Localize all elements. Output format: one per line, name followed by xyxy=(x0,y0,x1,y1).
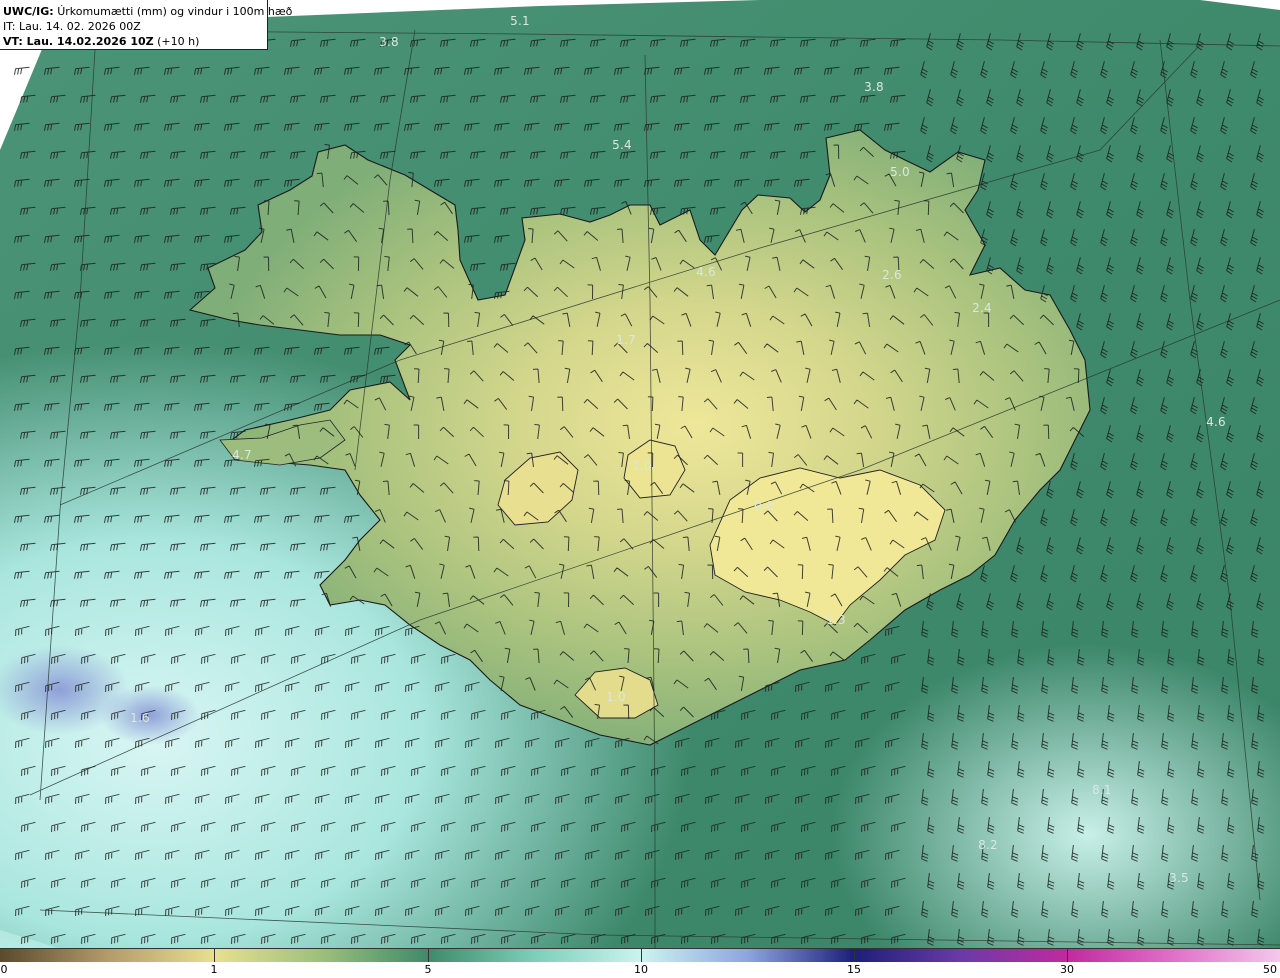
colorbar-tick-label: 5 xyxy=(424,963,432,976)
colorbar-tickmark xyxy=(854,948,855,962)
precip-value-label: 0.0 xyxy=(754,499,774,513)
precip-colorbar xyxy=(0,948,1280,962)
precip-value-label: 1.6 xyxy=(130,711,150,725)
precip-value-label: 3.8 xyxy=(864,80,884,94)
colorbar-segment-1-5 xyxy=(214,949,428,962)
colorbar-segment-0-1 xyxy=(0,949,214,962)
colorbar-segment-5-10 xyxy=(428,949,641,962)
colorbar-tickmark xyxy=(214,948,215,962)
map-canvas xyxy=(0,0,1280,948)
valid-time-line: VT: Lau. 14.02.2026 10Z (+10 h) xyxy=(3,34,264,49)
precip-value-label: 1.7 xyxy=(616,333,636,347)
precip-value-label: 1.0 xyxy=(606,690,626,704)
colorbar-tickmark xyxy=(1067,948,1068,962)
precip-value-label: 5.0 xyxy=(890,165,910,179)
colorbar-tick-label: 10 xyxy=(634,963,648,976)
colorbar-tick-label: 30 xyxy=(1060,963,1074,976)
colorbar-segment-30-50 xyxy=(1067,949,1280,962)
precip-value-label: 4.6 xyxy=(696,265,716,279)
init-time: IT: Lau. 14. 02. 2026 00Z xyxy=(3,20,141,33)
precip-value-label: 2.4 xyxy=(972,301,992,315)
colorbar-tick-label: 1 xyxy=(210,963,218,976)
colorbar-tick-label: 0 xyxy=(0,963,8,976)
colorbar-segment-15-30 xyxy=(854,949,1067,962)
forecast-map[interactable]: 5.1 3.8 3.8 5.4 5.0 4.6 2.6 2.4 1.7 4.7 … xyxy=(0,0,1280,948)
precip-value-label: 5.1 xyxy=(510,14,530,28)
precip-value-label: 8.2 xyxy=(978,838,998,852)
colorbar-tickmark xyxy=(641,948,642,962)
precip-value-label: 1.0 xyxy=(632,459,652,473)
map-title: Úrkomumætti (mm) og vindur i 100m hæð xyxy=(57,5,293,18)
precip-value-label: 3.5 xyxy=(1169,871,1189,885)
colorbar-tick-label: 50 xyxy=(1263,963,1277,976)
title-line: UWC/IG: Úrkomumætti (mm) og vindur i 100… xyxy=(3,4,292,19)
precip-value-label: 3.8 xyxy=(379,35,399,49)
precip-value-label: 2.6 xyxy=(882,268,902,282)
precip-value-label: 4.7 xyxy=(232,448,252,462)
colorbar-tick-label: 15 xyxy=(847,963,861,976)
precip-value-label: 5.4 xyxy=(612,138,632,152)
map-header: UWC/IG: Úrkomumætti (mm) og vindur i 100… xyxy=(0,0,292,50)
valid-time: VT: Lau. 14.02.2026 10Z xyxy=(3,35,154,48)
lead-time: (+10 h) xyxy=(157,35,200,48)
precip-value-label: 1.3 xyxy=(826,613,846,627)
precip-value-label: 8.1 xyxy=(1092,783,1112,797)
precip-value-label: 4.6 xyxy=(1206,415,1226,429)
colorbar-tickmark xyxy=(428,948,429,962)
model-prefix: UWC/IG: xyxy=(3,5,54,18)
colorbar-segment-10-15 xyxy=(641,949,854,962)
